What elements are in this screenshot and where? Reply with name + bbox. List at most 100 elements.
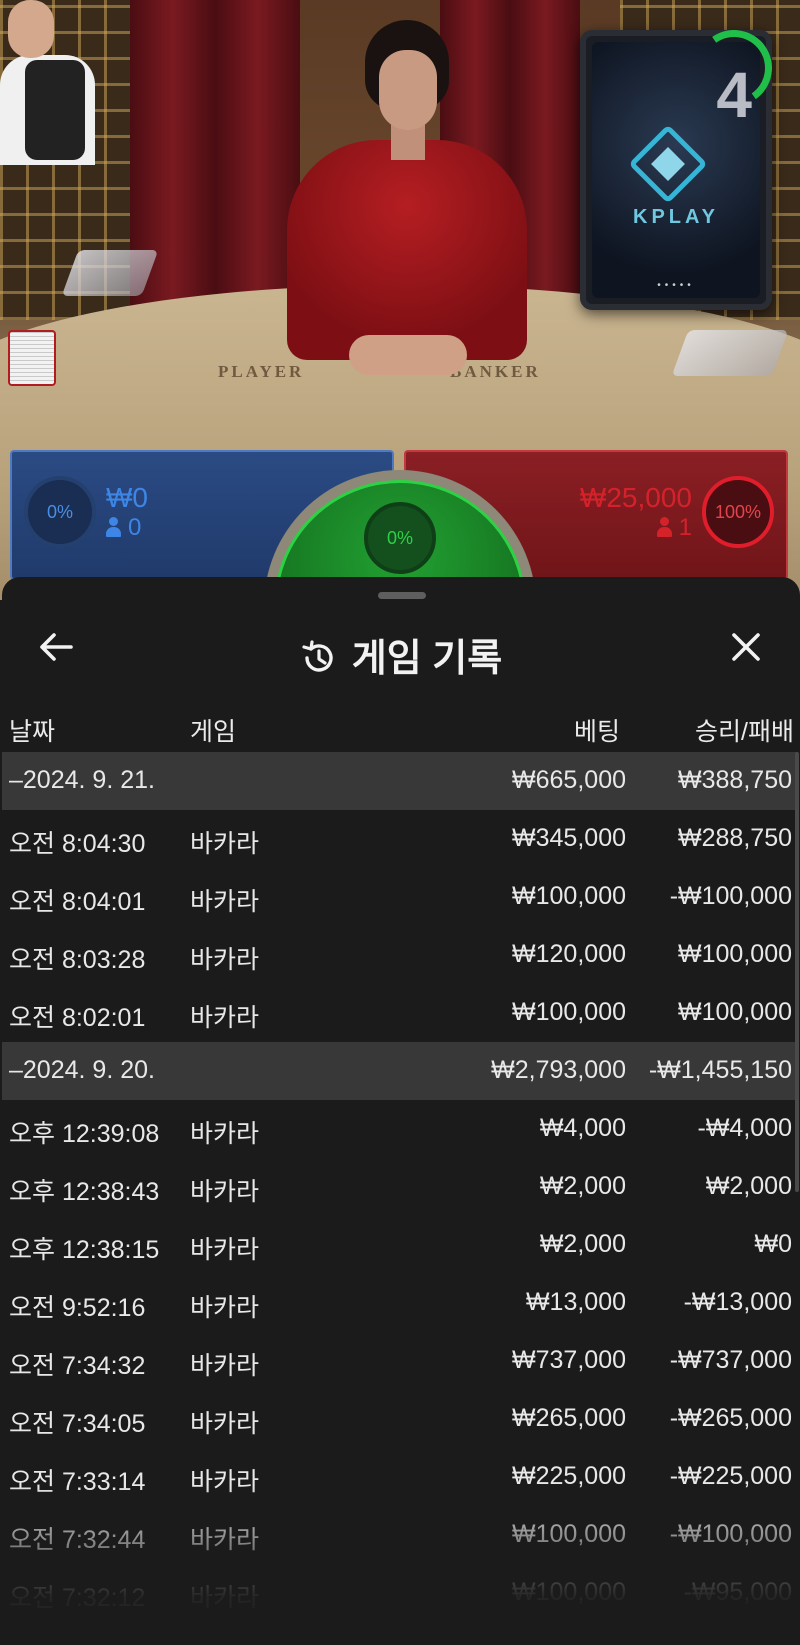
row-win-loss: ₩288,750 [678, 824, 792, 852]
row-date: 오전 8:04:01 [9, 888, 146, 916]
row-bet: ₩345,000 [512, 824, 626, 852]
drag-handle[interactable] [378, 592, 426, 599]
row-bet: ₩2,793,000 [491, 1056, 626, 1084]
history-row[interactable]: 오전 8:04:01 바카라 ₩100,000 -₩100,000 [2, 868, 798, 926]
row-win-loss: ₩388,750 [678, 766, 792, 794]
row-date: 오전 7:34:32 [9, 1352, 146, 1380]
history-row[interactable]: 오전 7:34:32 바카라 ₩737,000 -₩737,000 [2, 1332, 798, 1390]
player-bettor-count: 0 [106, 514, 141, 542]
player-percent: 0% [24, 476, 96, 548]
sheet-title: 게임 기록 [2, 627, 800, 687]
row-bet: ₩13,000 [525, 1288, 626, 1316]
croupier-figure [0, 0, 110, 165]
history-row[interactable]: 오후 12:39:08 바카라 ₩4,000 -₩4,000 [2, 1100, 798, 1158]
felt-label-player: PLAYER [218, 362, 305, 381]
row-bet: ₩4,000 [539, 1114, 626, 1142]
row-game: 바카라 [190, 888, 260, 916]
row-date: 오전 7:33:14 [9, 1468, 146, 1496]
row-win-loss: -₩265,000 [669, 1404, 792, 1432]
history-row[interactable]: 오전 8:04:30 바카라 ₩345,000 ₩288,750 [2, 810, 798, 868]
date-group-row[interactable]: –2024. 9. 21. ₩665,000 ₩388,750 [2, 752, 798, 810]
person-icon [656, 517, 672, 537]
person-icon [106, 517, 121, 537]
column-header-win-loss[interactable]: 승리/패배 [695, 712, 794, 748]
card-deck [8, 330, 56, 386]
row-game: 바카라 [190, 1236, 260, 1264]
close-icon [732, 633, 760, 661]
game-history-sheet: 게임 기록 날짜 게임 베팅 승리/패배 –2024. 9. 21. ₩665,0… [2, 577, 800, 1645]
row-win-loss: -₩4,000 [697, 1114, 792, 1142]
banker-bettor-count: 1 [656, 514, 692, 542]
player-bet-amount: ₩0 [106, 482, 148, 513]
row-game: 바카라 [190, 1120, 260, 1148]
close-button[interactable] [720, 621, 772, 673]
row-game: 바카라 [190, 1004, 260, 1032]
row-game: 바카라 [190, 1526, 260, 1554]
row-bet: ₩225,000 [512, 1462, 626, 1490]
row-bet: ₩2,000 [539, 1230, 626, 1258]
row-date: 오전 7:34:05 [9, 1410, 146, 1438]
row-bet: ₩737,000 [512, 1346, 626, 1374]
monitor-brand: KPLAY [633, 206, 719, 228]
curtain-left [130, 0, 300, 330]
sheet-header: 게임 기록 [2, 607, 800, 687]
card-shoe [61, 250, 159, 296]
row-win-loss: ₩100,000 [678, 940, 792, 968]
column-header-bet[interactable]: 베팅 [574, 712, 620, 748]
row-game: 바카라 [190, 830, 260, 858]
live-video-stage: PLAYER BANKER 4 KPLAY ••••• 0% ₩0 0 100%… [0, 0, 800, 600]
row-bet: ₩665,000 [512, 766, 626, 794]
monitor-dots: ••••• [657, 280, 695, 291]
row-bet: ₩265,000 [512, 1404, 626, 1432]
scrollbar[interactable] [795, 752, 799, 1192]
row-bet: ₩100,000 [512, 1520, 626, 1548]
history-row[interactable]: 오전 8:03:28 바카라 ₩120,000 ₩100,000 [2, 926, 798, 984]
countdown-number: 4 [716, 59, 752, 131]
row-win-loss: -₩225,000 [669, 1462, 792, 1490]
row-game: 바카라 [190, 1410, 260, 1438]
row-game: 바카라 [190, 1584, 260, 1612]
banker-percent: 100% [702, 476, 774, 548]
row-bet: ₩100,000 [512, 882, 626, 910]
row-date: 오전 7:32:44 [9, 1526, 146, 1554]
row-date: –2024. 9. 21. [9, 766, 155, 794]
row-bet: ₩100,000 [512, 998, 626, 1026]
row-game: 바카라 [190, 1352, 260, 1380]
history-row[interactable]: 오전 9:52:16 바카라 ₩13,000 -₩13,000 [2, 1274, 798, 1332]
row-game: 바카라 [190, 946, 260, 974]
dealer-figure [287, 20, 527, 375]
row-game: 바카라 [190, 1468, 260, 1496]
banker-bet-amount: ₩25,000 [579, 482, 692, 513]
row-date: 오전 8:04:30 [9, 830, 146, 858]
row-win-loss: ₩100,000 [678, 998, 792, 1026]
history-row[interactable]: 오전 7:34:05 바카라 ₩265,000 -₩265,000 [2, 1390, 798, 1448]
row-date: 오전 7:32:12 [9, 1584, 146, 1612]
row-win-loss: ₩0 [754, 1230, 793, 1258]
row-bet: ₩100,000 [512, 1578, 626, 1606]
history-row[interactable]: 오전 7:32:44 바카라 ₩100,000 -₩100,000 [2, 1506, 798, 1564]
row-game: 바카라 [190, 1294, 260, 1322]
row-win-loss: ₩2,000 [705, 1172, 792, 1200]
row-date: 오후 12:38:43 [9, 1178, 160, 1206]
row-win-loss: -₩95,000 [683, 1578, 792, 1606]
date-group-row[interactable]: –2024. 9. 20. ₩2,793,000 -₩1,455,150 [2, 1042, 798, 1100]
discard-tray [671, 330, 789, 376]
history-row[interactable]: 오후 12:38:43 바카라 ₩2,000 ₩2,000 [2, 1158, 798, 1216]
column-header-date[interactable]: 날짜 [9, 712, 55, 748]
row-bet: ₩2,000 [539, 1172, 626, 1200]
row-date: 오전 9:52:16 [9, 1294, 146, 1322]
history-row[interactable]: 오전 7:33:14 바카라 ₩225,000 -₩225,000 [2, 1448, 798, 1506]
row-bet: ₩120,000 [512, 940, 626, 968]
column-header-game[interactable]: 게임 [190, 712, 236, 748]
history-row[interactable]: 오전 7:32:12 바카라 ₩100,000 -₩95,000 [2, 1564, 798, 1622]
row-date: 오후 12:39:08 [9, 1120, 160, 1148]
row-win-loss: -₩100,000 [669, 882, 792, 910]
history-icon [300, 639, 338, 687]
row-win-loss: -₩13,000 [683, 1288, 792, 1316]
row-win-loss: -₩100,000 [669, 1520, 792, 1548]
row-date: 오후 12:38:15 [9, 1236, 160, 1264]
history-row[interactable]: 오전 8:02:01 바카라 ₩100,000 ₩100,000 [2, 984, 798, 1042]
row-win-loss: -₩737,000 [669, 1346, 792, 1374]
tie-percent: 0% [364, 502, 436, 574]
history-row[interactable]: 오후 12:38:15 바카라 ₩2,000 ₩0 [2, 1216, 798, 1274]
